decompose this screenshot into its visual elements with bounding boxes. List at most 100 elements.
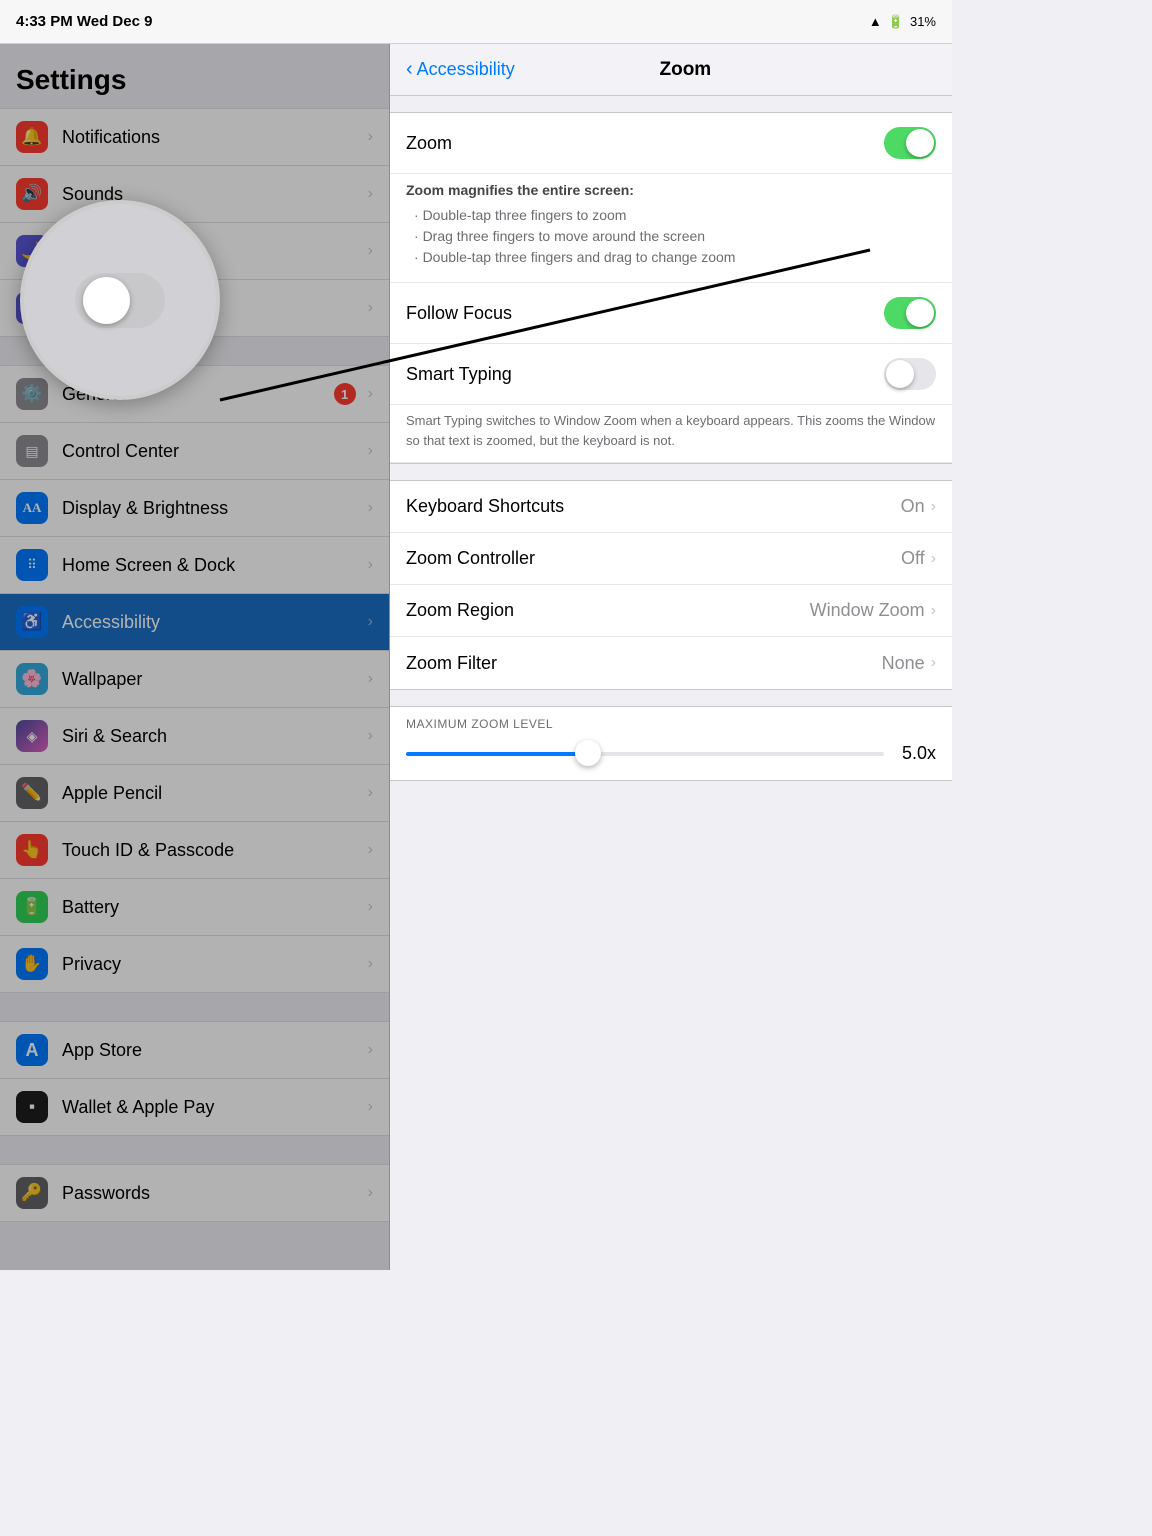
sidebar-item-screen-time[interactable]: ⏱ Screen Time ›	[0, 280, 389, 337]
pencil-label: Apple Pencil	[62, 783, 364, 804]
siri-label: Siri & Search	[62, 726, 364, 747]
chevron-icon: ›	[368, 242, 373, 260]
sidebar-item-sounds[interactable]: 🔊 Sounds ›	[0, 166, 389, 223]
sidebar-item-battery[interactable]: 🔋 Battery ›	[0, 879, 389, 936]
slider-row: 5.0x	[406, 743, 936, 764]
touch-id-label: Touch ID & Passcode	[62, 840, 364, 861]
chevron-icon: ›	[368, 499, 373, 517]
control-center-label: Control Center	[62, 441, 364, 462]
follow-focus-toggle[interactable]	[884, 297, 936, 329]
chevron-icon: ›	[368, 1098, 373, 1116]
keyboard-shortcuts-value: On	[901, 496, 925, 517]
chevron-icon: ›	[931, 550, 936, 568]
status-bar: 4:33 PM Wed Dec 9 ▲ 🔋 31%	[0, 0, 952, 44]
chevron-icon: ›	[368, 955, 373, 973]
max-zoom-container: MAXIMUM ZOOM LEVEL 5.0x	[390, 706, 952, 781]
sidebar-section-1: 🔔 Notifications › 🔊 Sounds › 🌙 Do Not Di…	[0, 108, 389, 337]
zoom-desc-item-3: Double-tap three fingers and drag to cha…	[414, 247, 936, 268]
smart-typing-thumb	[886, 360, 914, 388]
zoom-filter-value: None	[882, 653, 925, 674]
status-icons: ▲ 🔋 31%	[869, 14, 936, 30]
sidebar-item-general[interactable]: ⚙️ General 1 ›	[0, 365, 389, 423]
back-button[interactable]: ‹ Accessibility	[406, 58, 515, 81]
sounds-icon: 🔊	[16, 178, 48, 210]
wallpaper-icon: 🌸	[16, 663, 48, 695]
chevron-icon: ›	[368, 442, 373, 460]
general-label: General	[62, 384, 334, 405]
chevron-icon: ›	[368, 1041, 373, 1059]
chevron-icon: ›	[931, 498, 936, 516]
wallet-label: Wallet & Apple Pay	[62, 1097, 364, 1118]
sidebar-item-wallet[interactable]: ▪ Wallet & Apple Pay ›	[0, 1079, 389, 1136]
sidebar-item-siri[interactable]: ◈ Siri & Search ›	[0, 708, 389, 765]
sidebar-item-dnd[interactable]: 🌙 Do Not Disturb ›	[0, 223, 389, 280]
zoom-region-row[interactable]: Zoom Region Window Zoom ›	[390, 585, 952, 637]
zoom-filter-row[interactable]: Zoom Filter None ›	[390, 637, 952, 689]
privacy-icon: ✋	[16, 948, 48, 980]
sidebar-item-passwords[interactable]: 🔑 Passwords ›	[0, 1164, 389, 1222]
back-label: Accessibility	[417, 59, 515, 80]
home-screen-icon: ⠿	[16, 549, 48, 581]
slider-thumb[interactable]	[575, 740, 601, 766]
sidebar-item-pencil[interactable]: ✏️ Apple Pencil ›	[0, 765, 389, 822]
sidebar-item-notifications[interactable]: 🔔 Notifications ›	[0, 108, 389, 166]
chevron-icon: ›	[368, 556, 373, 574]
zoom-toggle[interactable]	[884, 127, 936, 159]
sidebar-item-accessibility[interactable]: ♿ Accessibility ›	[0, 594, 389, 651]
notifications-icon: 🔔	[16, 121, 48, 153]
smart-typing-desc: Smart Typing switches to Window Zoom whe…	[390, 405, 952, 463]
zoom-description: Zoom magnifies the entire screen: Double…	[390, 174, 952, 283]
chevron-icon: ›	[931, 654, 936, 672]
options-card: Keyboard Shortcuts On › Zoom Controller …	[390, 480, 952, 690]
zoom-desc-list: Double-tap three fingers to zoom Drag th…	[406, 205, 936, 268]
dnd-icon: 🌙	[16, 235, 48, 267]
sidebar-item-touch-id[interactable]: 👆 Touch ID & Passcode ›	[0, 822, 389, 879]
chevron-icon: ›	[368, 670, 373, 688]
wallpaper-label: Wallpaper	[62, 669, 364, 690]
chevron-icon: ›	[368, 898, 373, 916]
smart-typing-toggle[interactable]	[884, 358, 936, 390]
zoom-controller-row[interactable]: Zoom Controller Off ›	[390, 533, 952, 585]
sidebar-section-4: 🔑 Passwords ›	[0, 1164, 389, 1222]
pencil-icon: ✏️	[16, 777, 48, 809]
slider-fill	[406, 752, 588, 756]
zoom-card: Zoom Zoom magnifies the entire screen: D…	[390, 112, 952, 464]
chevron-icon: ›	[368, 727, 373, 745]
slider-track[interactable]	[406, 752, 884, 756]
sidebar-item-wallpaper[interactable]: 🌸 Wallpaper ›	[0, 651, 389, 708]
slider-value: 5.0x	[896, 743, 936, 764]
main-layout: Settings 🔔 Notifications › 🔊 Sounds › 🌙 …	[0, 44, 952, 1270]
zoom-region-label: Zoom Region	[406, 600, 810, 621]
general-badge: 1	[334, 383, 356, 405]
zoom-region-value: Window Zoom	[810, 600, 925, 621]
privacy-label: Privacy	[62, 954, 364, 975]
chevron-icon: ›	[368, 784, 373, 802]
passwords-icon: 🔑	[16, 1177, 48, 1209]
chevron-icon: ›	[368, 613, 373, 631]
home-screen-label: Home Screen & Dock	[62, 555, 364, 576]
zoom-controller-value: Off	[901, 548, 925, 569]
sidebar-item-control-center[interactable]: ▤ Control Center ›	[0, 423, 389, 480]
display-icon: AA	[16, 492, 48, 524]
sidebar-item-app-store[interactable]: A App Store ›	[0, 1021, 389, 1079]
passwords-label: Passwords	[62, 1183, 364, 1204]
dnd-label: Do Not Disturb	[62, 241, 364, 262]
chevron-icon: ›	[368, 299, 373, 317]
smart-typing-label: Smart Typing	[406, 364, 884, 385]
keyboard-shortcuts-label: Keyboard Shortcuts	[406, 496, 901, 517]
battery-icon: 🔋	[16, 891, 48, 923]
sidebar-item-privacy[interactable]: ✋ Privacy ›	[0, 936, 389, 993]
smart-typing-row: Smart Typing	[390, 344, 952, 405]
zoom-toggle-row: Zoom	[390, 113, 952, 174]
zoom-desc-item-1: Double-tap three fingers to zoom	[414, 205, 936, 226]
accessibility-icon: ♿	[16, 606, 48, 638]
keyboard-shortcuts-row[interactable]: Keyboard Shortcuts On ›	[390, 481, 952, 533]
zoom-toggle-thumb	[906, 129, 934, 157]
touch-id-icon: 👆	[16, 834, 48, 866]
sidebar-item-display[interactable]: AA Display & Brightness ›	[0, 480, 389, 537]
chevron-icon: ›	[931, 602, 936, 620]
zoom-desc-heading: Zoom magnifies the entire screen:	[406, 182, 634, 198]
sidebar-item-home-screen[interactable]: ⠿ Home Screen & Dock ›	[0, 537, 389, 594]
sidebar: Settings 🔔 Notifications › 🔊 Sounds › 🌙 …	[0, 44, 390, 1270]
battery-percent: 31%	[910, 14, 936, 29]
